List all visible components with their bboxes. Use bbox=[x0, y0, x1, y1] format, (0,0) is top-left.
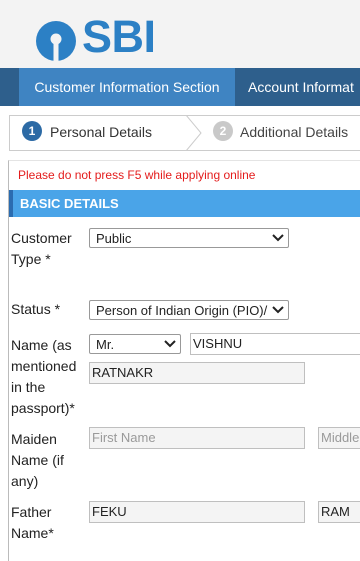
sbi-logo-text: SBI bbox=[82, 11, 156, 62]
tab-customer-information[interactable]: Customer Information Section bbox=[19, 68, 235, 106]
maiden-first-name-input[interactable]: First Name bbox=[89, 427, 305, 449]
first-name-input[interactable]: VISHNU bbox=[190, 333, 360, 355]
father-middle-name-input[interactable]: RAM bbox=[318, 501, 360, 523]
chevron-down-icon bbox=[272, 306, 284, 314]
customer-type-label: Customer Type * bbox=[11, 230, 72, 267]
warning-message: Please do not press F5 while applying on… bbox=[18, 168, 256, 182]
customer-type-select[interactable]: Public bbox=[89, 228, 289, 248]
customer-type-value: Public bbox=[96, 231, 132, 246]
name-title-select[interactable]: Mr. bbox=[89, 334, 181, 354]
chevron-down-icon bbox=[164, 340, 176, 348]
section-title: BASIC DETAILS bbox=[20, 196, 119, 211]
step-1-number: 1 bbox=[22, 121, 42, 141]
father-name-label: Father Name* bbox=[11, 504, 54, 541]
chevron-down-icon bbox=[272, 234, 284, 242]
maiden-middle-name-input[interactable]: Middle bbox=[318, 427, 360, 449]
tab-bar: Customer Information Section Account Inf… bbox=[0, 68, 360, 106]
last-name-input[interactable]: RATNAKR bbox=[89, 362, 305, 384]
name-title-value: Mr. bbox=[96, 337, 115, 352]
status-select[interactable]: Person of Indian Origin (PIO)/ bbox=[89, 300, 289, 320]
step-personal-details[interactable]: Personal Details bbox=[50, 122, 152, 142]
status-value: Person of Indian Origin (PIO)/ bbox=[96, 303, 268, 318]
father-first-name-input[interactable]: FEKU bbox=[89, 501, 305, 523]
step-2-number: 2 bbox=[213, 121, 233, 141]
name-label: Name (as mentioned in the passport)* bbox=[11, 337, 77, 416]
sbi-logo-icon bbox=[36, 21, 76, 62]
step-additional-details[interactable]: Additional Details bbox=[240, 122, 348, 142]
status-label: Status * bbox=[11, 301, 61, 317]
tab-account-information[interactable]: Account Informat bbox=[248, 68, 354, 106]
step-chevron-icon bbox=[185, 115, 202, 151]
maiden-name-label: Maiden Name (if any) bbox=[11, 431, 64, 489]
